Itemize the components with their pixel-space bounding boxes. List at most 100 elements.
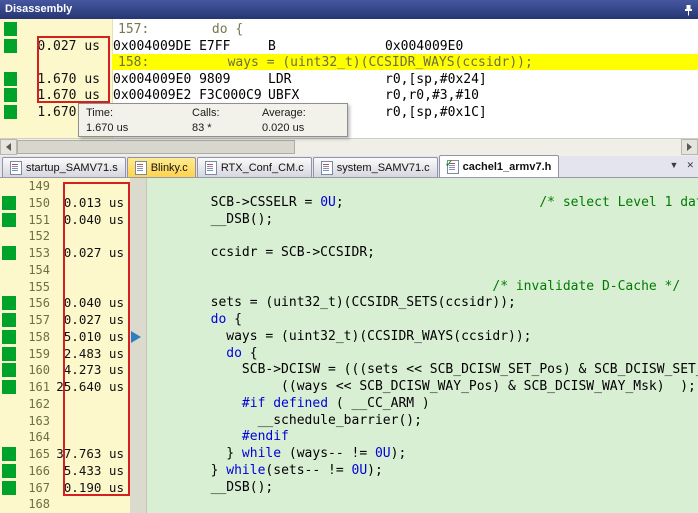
editor-line[interactable]: 1604.273 us SCB->DCISW = (((sets << SCB_…: [0, 362, 698, 379]
code-editor[interactable]: 1491500.013 us SCB->CSSELR = 0U; /* sele…: [0, 178, 698, 513]
editor-rows: 1491500.013 us SCB->CSSELR = 0U; /* sele…: [0, 178, 698, 513]
editor-line[interactable]: 1510.040 us __DSB();: [0, 212, 698, 229]
scroll-right-button[interactable]: [681, 139, 698, 155]
line-number: 163: [16, 413, 50, 430]
coverage-indicator: [2, 296, 16, 310]
editor-line[interactable]: 168: [0, 496, 698, 513]
disassembly-row[interactable]: 0.027 us 0x004009DE E7FF B 0x004009E0: [0, 38, 698, 55]
code-text: sets = (uint32_t)(CCSIDR_SETS(ccsidr));: [148, 295, 516, 312]
instruction-mnemonic: B: [268, 38, 276, 55]
coverage-indicator: [2, 246, 16, 260]
line-number: 168: [16, 496, 50, 513]
tab-startup_SAMV71.s[interactable]: startup_SAMV71.s: [2, 157, 126, 177]
code-text: } while(sets-- != 0U);: [148, 463, 383, 480]
exec-time: 4.273 us: [50, 362, 124, 379]
tab-list-dropdown-icon[interactable]: ▼: [670, 160, 679, 171]
editor-line[interactable]: 1500.013 us SCB->CSSELR = 0U; /* select …: [0, 195, 698, 212]
source-line-text: 157: do {: [118, 21, 243, 38]
exec-time: 0.190 us: [50, 480, 124, 497]
exec-time: 0.040 us: [50, 295, 124, 312]
code-text: #endif: [148, 429, 289, 446]
coverage-indicator: [2, 380, 16, 394]
tab-system_SAMV71.c[interactable]: system_SAMV71.c: [313, 157, 438, 177]
coverage-indicator: [4, 22, 17, 36]
exec-time: 1.670 us: [36, 71, 100, 88]
exec-time: 1.670 us: [36, 87, 100, 104]
editor-line[interactable]: 16537.763 us } while (ways-- != 0U);: [0, 446, 698, 463]
exec-time: 0.027 us: [50, 245, 124, 262]
instruction-operands: r0,r0,#3,#10: [385, 87, 479, 104]
line-number: 151: [16, 212, 50, 229]
instruction-address: 0x004009E0 9809: [113, 71, 230, 88]
editor-line[interactable]: 1665.433 us } while(sets-- != 0U);: [0, 463, 698, 480]
line-number: 152: [16, 228, 50, 245]
coverage-indicator: [2, 363, 16, 377]
tab-Blinky.c[interactable]: Blinky.c: [127, 157, 196, 177]
exec-time: 0.040 us: [50, 212, 124, 229]
coverage-indicator: [2, 213, 16, 227]
editor-line[interactable]: 1592.483 us do {: [0, 346, 698, 363]
line-number: 165: [16, 446, 50, 463]
coverage-indicator: [2, 196, 16, 210]
editor-line[interactable]: 1530.027 us ccsidr = SCB->CCSIDR;: [0, 245, 698, 262]
line-number: 161: [16, 379, 50, 396]
code-text: SCB->CSSELR = 0U; /* select Level 1 data…: [148, 195, 698, 212]
editor-line[interactable]: 155 /* invalidate D-Cache */: [0, 279, 698, 296]
disassembly-titlebar[interactable]: Disassembly: [0, 0, 698, 19]
tab-label: startup_SAMV71.s: [26, 162, 118, 174]
instruction-mnemonic: UBFX: [268, 87, 299, 104]
file-icon: [205, 161, 217, 175]
arrow-right-icon: [687, 143, 692, 151]
editor-line[interactable]: 1560.040 us sets = (uint32_t)(CCSIDR_SET…: [0, 295, 698, 312]
editor-line[interactable]: 149: [0, 178, 698, 195]
editor-line[interactable]: 163 __schedule_barrier();: [0, 413, 698, 430]
tooltip-time-label: Time:: [86, 106, 128, 121]
coverage-indicator: [2, 347, 16, 361]
code-text: ways = (uint32_t)(CCSIDR_WAYS(ccsidr));: [148, 329, 532, 346]
editor-line[interactable]: 154: [0, 262, 698, 279]
editor-line[interactable]: 1670.190 us __DSB();: [0, 480, 698, 497]
code-text: do {: [148, 312, 242, 329]
pin-icon[interactable]: [683, 4, 694, 15]
disassembly-hscrollbar[interactable]: [0, 138, 698, 156]
editor-line[interactable]: 1585.010 us ways = (uint32_t)(CCSIDR_WAY…: [0, 329, 698, 346]
code-text: /* invalidate D-Cache */: [148, 279, 680, 296]
line-number: 167: [16, 480, 50, 497]
tab-cachel1_armv7.h[interactable]: cachel1_armv7.h: [439, 155, 560, 177]
document-tabs: startup_SAMV71.s Blinky.c RTX_Conf_CM.csys…: [0, 156, 698, 177]
tab-RTX_Conf_CM.c[interactable]: RTX_Conf_CM.c: [197, 157, 312, 177]
editor-line[interactable]: 1570.027 us do {: [0, 312, 698, 329]
code-text: } while (ways-- != 0U);: [148, 446, 406, 463]
disassembly-row[interactable]: 158: ways = (uint32_t)(CCSIDR_WAYS(ccsid…: [0, 54, 698, 71]
editor-line[interactable]: 162 #if defined ( __CC_ARM ): [0, 396, 698, 413]
disassembly-row[interactable]: 157: do {: [0, 21, 698, 38]
coverage-indicator: [2, 330, 16, 344]
exec-time: 0.027 us: [36, 38, 100, 55]
tooltip-calls-value: 83 *: [192, 121, 220, 136]
tab-label: Blinky.c: [151, 162, 188, 174]
tooltip-time-value: 1.670 us: [86, 121, 128, 136]
coverage-indicator: [4, 88, 17, 102]
disassembly-title: Disassembly: [5, 3, 72, 15]
instruction-address: 0x004009E2 F3C000C9: [113, 87, 262, 104]
code-text: #if defined ( __CC_ARM ): [148, 396, 430, 413]
instruction-address: 0x004009DE E7FF: [113, 38, 230, 55]
instruction-mnemonic: LDR: [268, 71, 291, 88]
line-number: 164: [16, 429, 50, 446]
scrollbar-thumb[interactable]: [17, 140, 295, 154]
editor-line[interactable]: 152: [0, 228, 698, 245]
editor-line[interactable]: 16125.640 us ((ways << SCB_DCISW_WAY_Pos…: [0, 379, 698, 396]
line-number: 149: [16, 178, 50, 195]
editor-line[interactable]: 164 #endif: [0, 429, 698, 446]
disassembly-row[interactable]: 1.670 us0x004009E0 9809LDRr0,[sp,#0x24]: [0, 71, 698, 88]
tab-close-icon[interactable]: ✕: [686, 160, 694, 171]
code-text: __DSB();: [148, 212, 273, 229]
scroll-left-button[interactable]: [0, 139, 17, 155]
disassembly-row[interactable]: 1.670 us 0x004009E2 F3C000C9 UBFX r0,r0,#3,…: [0, 87, 698, 104]
line-number: 158: [16, 329, 50, 346]
instruction-operands: 0x004009E0: [385, 38, 463, 55]
tab-label: cachel1_armv7.h: [463, 161, 552, 173]
coverage-indicator: [4, 39, 17, 53]
profiling-tooltip: Time: 1.670 us Calls: 83 * Average: 0.02…: [78, 103, 348, 137]
code-text: ((ways << SCB_DCISW_WAY_Pos) & SCB_DCISW…: [148, 379, 696, 396]
